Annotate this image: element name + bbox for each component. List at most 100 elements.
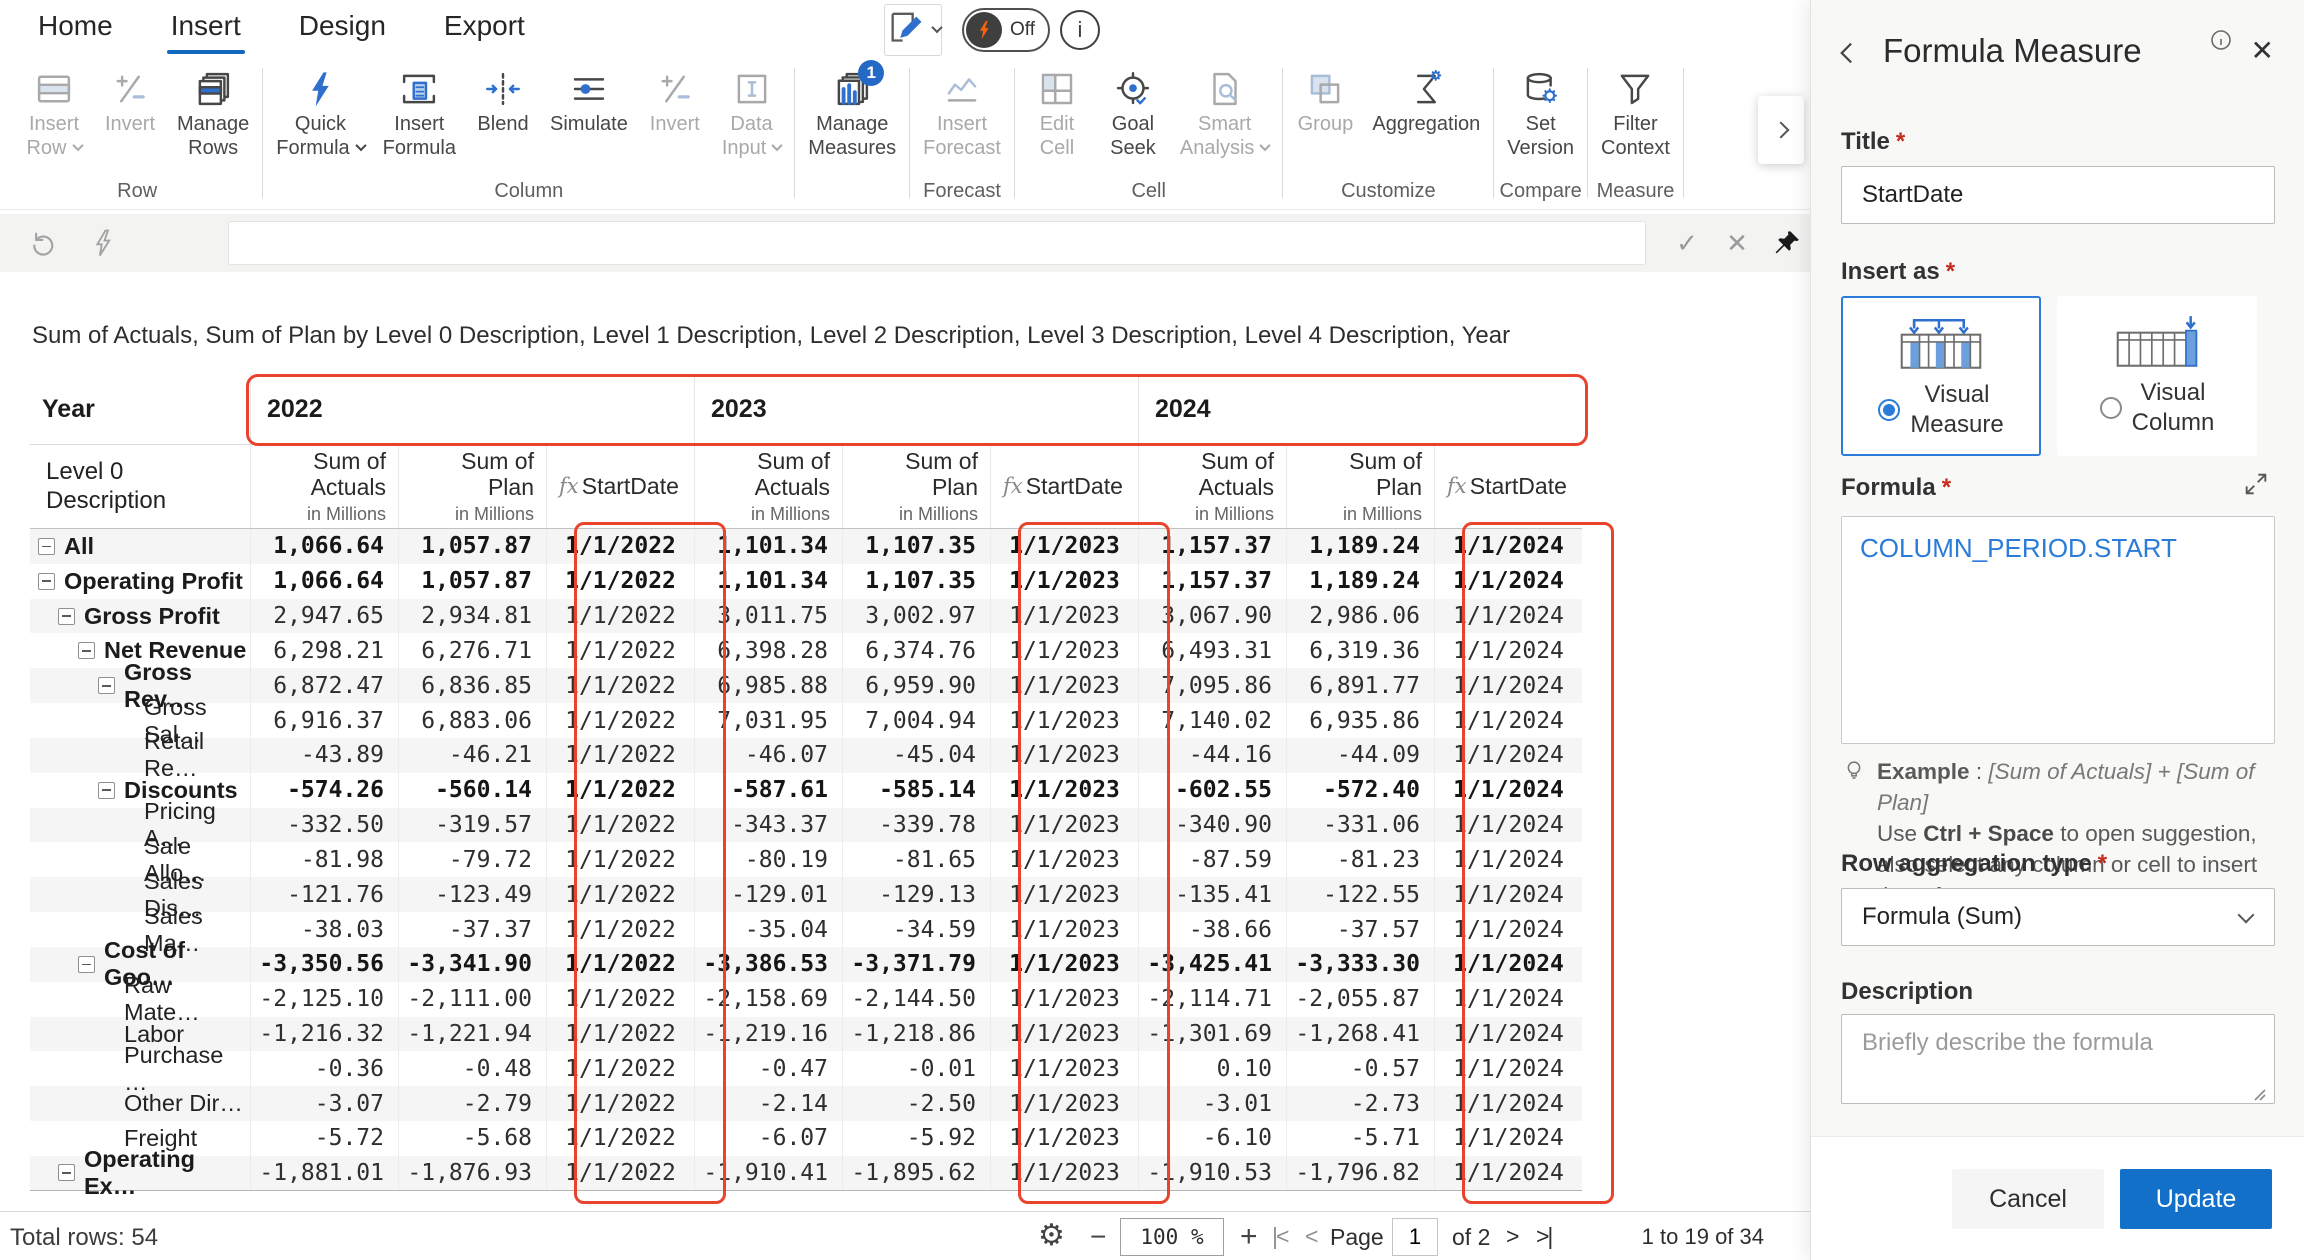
collapse-icon[interactable] (78, 956, 95, 973)
value-cell: -332.50 (250, 808, 398, 843)
ribbon-button-simulate[interactable]: Simulate (542, 62, 636, 136)
value-cell: 0.10 (1138, 1051, 1286, 1086)
row-range-label: 1 to 19 of 34 (1642, 1224, 1764, 1250)
row-label-cell[interactable]: Gross Profit (30, 599, 250, 634)
ribbon-button-manage-rows[interactable]: ManageRows (169, 62, 257, 160)
row-label-cell[interactable]: Purchase … (30, 1051, 250, 1086)
zoom-in-button[interactable]: + (1240, 1220, 1258, 1254)
cancel-x-icon[interactable]: ✕ (1718, 224, 1756, 262)
settings-gear-icon[interactable]: ⚙ (1038, 1218, 1065, 1253)
first-page-icon[interactable]: |< (1272, 1223, 1287, 1250)
radio-unselected-icon[interactable] (2100, 397, 2122, 419)
ribbon-button-manage-measures[interactable]: 1ManageMeasures (800, 62, 904, 160)
row-aggregation-select[interactable]: Formula (Sum) (1841, 888, 2275, 946)
row-label-cell[interactable]: Raw Mate… (30, 982, 250, 1017)
value-cell: -2,111.00 (398, 982, 546, 1017)
ribbon-button-edit-cell[interactable]: EditCell (1020, 62, 1094, 160)
formula-editor[interactable]: COLUMN_PERIOD.START (1841, 516, 2275, 744)
column-header-startdate-2023[interactable]: fxStartDate (990, 445, 1138, 528)
ribbon-button-label: Aggregation (1372, 112, 1480, 136)
title-field[interactable] (1841, 166, 2275, 224)
row-label-cell[interactable]: All (30, 529, 250, 564)
collapse-icon[interactable] (78, 642, 95, 659)
ribbon-button-invert[interactable]: Invert (638, 62, 712, 136)
ribbon-expand-button[interactable] (1758, 96, 1804, 164)
formula-bar-input[interactable] (228, 221, 1646, 265)
collapse-icon[interactable] (98, 677, 115, 694)
undo-icon[interactable] (26, 226, 60, 260)
ribbon-button-blend[interactable]: Blend (466, 62, 540, 136)
collapse-icon[interactable] (58, 608, 75, 625)
flash-formula-icon[interactable] (86, 226, 120, 260)
ribbon-button-group[interactable]: Group (1288, 62, 1362, 136)
ribbon-button-invert[interactable]: Invert (93, 62, 167, 136)
description-field[interactable] (1841, 1014, 2275, 1104)
ribbon-button-smart-analysis[interactable]: SmartAnalysis (1172, 62, 1277, 160)
ribbon-button-label: Insert (394, 112, 444, 136)
value-cell: 6,872.47 (250, 668, 398, 703)
ribbon-button-insert-formula[interactable]: InsertFormula (375, 62, 464, 160)
ribbon-button-filter-context[interactable]: FilterContext (1593, 62, 1678, 160)
year-header-2023[interactable]: 2023 (694, 374, 1138, 444)
description-label: Description (1841, 978, 1973, 1006)
ribbon-button-goal-seek[interactable]: GoalSeek (1096, 62, 1170, 160)
page-number-input[interactable] (1392, 1218, 1438, 1256)
tab-design[interactable]: Design (299, 10, 386, 52)
row-label-cell[interactable]: Other Dir… (30, 1086, 250, 1121)
row-label-cell[interactable]: Operating Ex… (30, 1156, 250, 1190)
column-header-startdate-2022[interactable]: fxStartDate (546, 445, 694, 528)
zoom-level[interactable]: 100 % (1120, 1218, 1224, 1256)
ribbon-button-data-input[interactable]: DataInput (714, 62, 789, 160)
column-header-sum-of-actuals-2022[interactable]: Sum of Actualsin Millions (250, 445, 398, 528)
column-header-sum-of-actuals-2024[interactable]: Sum of Actualsin Millions (1138, 445, 1286, 528)
value-cell: 1,157.37 (1138, 529, 1286, 564)
collapse-icon[interactable] (98, 782, 115, 799)
value-cell: -43.89 (250, 738, 398, 773)
column-header-sum-of-actuals-2023[interactable]: Sum of Actualsin Millions (694, 445, 842, 528)
collapse-icon[interactable] (38, 573, 55, 590)
zoom-out-button[interactable]: − (1090, 1221, 1106, 1253)
next-page-icon[interactable]: > (1506, 1223, 1517, 1250)
pin-icon[interactable] (1768, 224, 1806, 262)
radio-selected-icon[interactable] (1878, 399, 1900, 421)
ribbon-button-aggregation[interactable]: Aggregation (1364, 62, 1488, 136)
commit-check-icon[interactable]: ✓ (1668, 224, 1706, 262)
row-label-cell[interactable]: Operating Profit (30, 564, 250, 599)
year-header-2022[interactable]: 2022 (250, 374, 694, 444)
tab-home[interactable]: Home (38, 10, 113, 52)
column-header-sum-of-plan-2024[interactable]: Sum of Planin Millions (1286, 445, 1434, 528)
row-label-cell[interactable]: Retail Re… (30, 738, 250, 773)
column-header-startdate-2024[interactable]: fxStartDate (1434, 445, 1582, 528)
column-header-sum-of-plan-2022[interactable]: Sum of Planin Millions (398, 445, 546, 528)
chevron-down-icon (355, 140, 366, 151)
ribbon-button-label: Data (730, 112, 772, 136)
ribbon-button-insert-forecast[interactable]: InsertForecast (915, 62, 1009, 160)
info-icon[interactable]: i (1060, 10, 1100, 50)
value-cell: -135.41 (1138, 877, 1286, 912)
last-page-icon[interactable]: >| (1536, 1223, 1551, 1250)
panel-info-icon[interactable] (2209, 28, 2233, 52)
value-cell: -123.49 (398, 877, 546, 912)
column-header-sum-of-plan-2023[interactable]: Sum of Planin Millions (842, 445, 990, 528)
cancel-button[interactable]: Cancel (1952, 1169, 2104, 1229)
value-cell: 6,298.21 (250, 633, 398, 668)
update-button[interactable]: Update (2120, 1169, 2272, 1229)
year-header-2024[interactable]: 2024 (1138, 374, 1582, 444)
collapse-icon[interactable] (58, 1164, 75, 1181)
option-visual-column[interactable]: Visual Column (2057, 296, 2257, 456)
date-cell: 1/1/2022 (546, 529, 694, 564)
expand-editor-icon[interactable] (2242, 470, 2270, 503)
edit-mode-button[interactable] (884, 4, 942, 56)
ribbon-button-quick-formula[interactable]: QuickFormula (268, 62, 372, 160)
row-dimension-header[interactable]: Level 0 Description (30, 445, 250, 528)
collapse-icon[interactable] (38, 538, 55, 555)
ribbon-button-set-version[interactable]: SetVersion (1499, 62, 1582, 160)
tab-export[interactable]: Export (444, 10, 525, 52)
option-visual-measure[interactable]: Visual Measure (1841, 296, 2041, 456)
back-chevron-icon[interactable] (1833, 38, 1863, 68)
ribbon-button-insert-row[interactable]: InsertRow (17, 62, 91, 160)
live-toggle[interactable]: Off (962, 8, 1050, 52)
prev-page-icon[interactable]: < (1305, 1223, 1316, 1250)
tab-insert[interactable]: Insert (171, 10, 241, 52)
panel-close-icon[interactable]: ✕ (2251, 34, 2274, 67)
